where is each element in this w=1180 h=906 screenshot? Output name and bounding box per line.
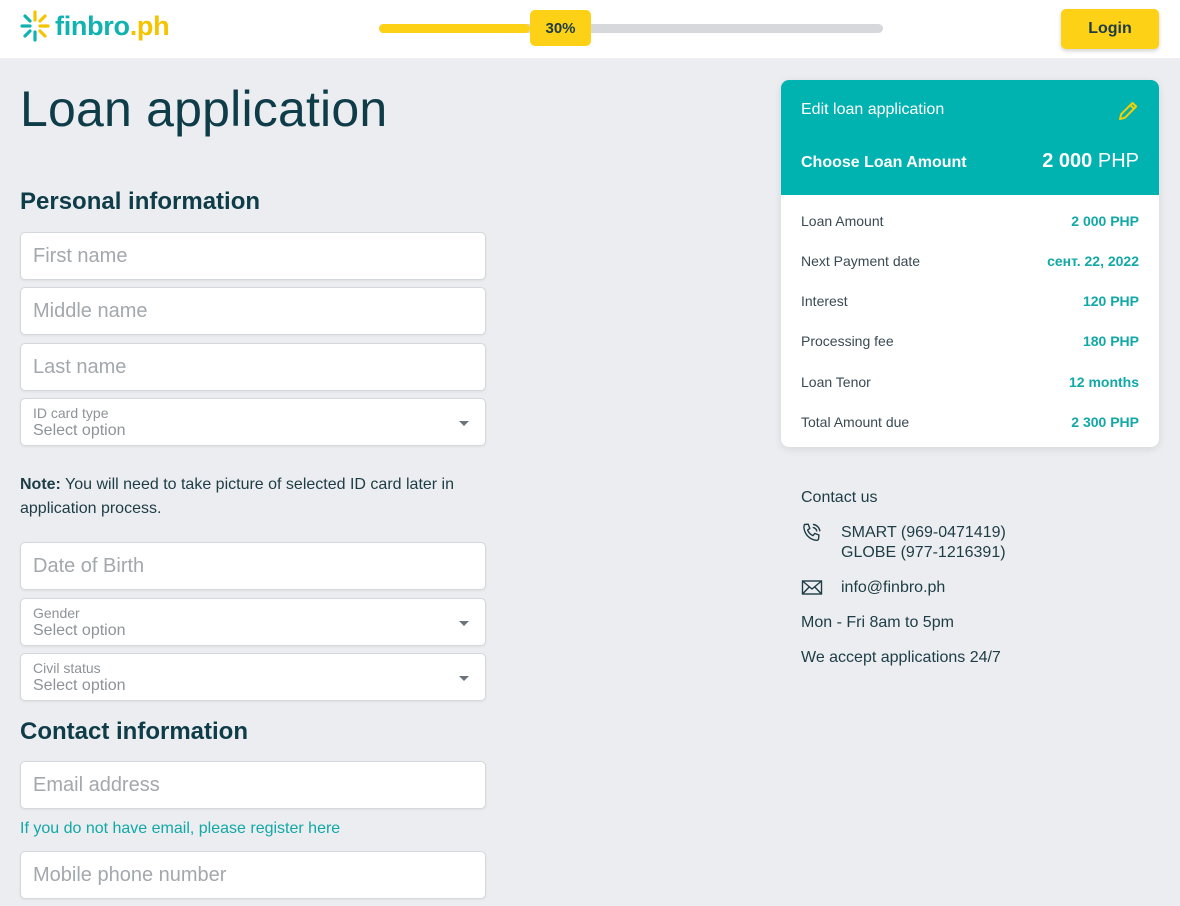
civil-status-value: Select option bbox=[33, 677, 126, 694]
first-name-field[interactable] bbox=[20, 232, 486, 280]
gender-select[interactable]: Gender Select option bbox=[20, 598, 486, 646]
header: finbro.ph 30% Login bbox=[0, 0, 1180, 58]
register-email-link[interactable]: If you do not have email, please registe… bbox=[20, 820, 340, 838]
edit-loan-application-label[interactable]: Edit loan application bbox=[801, 101, 944, 119]
chevron-down-icon bbox=[459, 421, 469, 426]
progress-badge: 30% bbox=[530, 10, 591, 46]
login-button[interactable]: Login bbox=[1061, 9, 1159, 49]
last-name-field[interactable] bbox=[20, 343, 486, 391]
progress-bar bbox=[379, 24, 883, 33]
mobile-phone-field[interactable] bbox=[20, 851, 486, 899]
loan-amount-display: 2 000 PHP bbox=[1042, 150, 1139, 173]
summary-row-value: 2 300 PHP bbox=[1071, 414, 1139, 430]
summary-row-value: 180 PHP bbox=[1082, 333, 1139, 349]
mobile-phone-input[interactable] bbox=[21, 852, 485, 898]
page-title: Loan application bbox=[20, 81, 388, 137]
gender-value: Select option bbox=[33, 622, 126, 639]
loan-summary-header: Edit loan application Choose Loan Amount… bbox=[781, 80, 1159, 195]
id-card-note: Note: You will need to take picture of s… bbox=[20, 473, 470, 521]
email-field[interactable] bbox=[20, 761, 486, 809]
summary-row-value: 12 months bbox=[1068, 374, 1139, 390]
phone-smart[interactable]: SMART (969-0471419) bbox=[841, 524, 1006, 542]
middle-name-field[interactable] bbox=[20, 287, 486, 335]
contact-email[interactable]: info@finbro.ph bbox=[841, 579, 945, 597]
summary-row-interest: Interest 120 PHP bbox=[801, 291, 1139, 311]
chevron-down-icon bbox=[459, 676, 469, 681]
summary-row-label: Processing fee bbox=[801, 333, 894, 349]
email-input[interactable] bbox=[21, 762, 485, 808]
civil-status-label: Civil status bbox=[33, 660, 101, 676]
last-name-input[interactable] bbox=[21, 344, 485, 390]
summary-row-loan-tenor: Loan Tenor 12 months bbox=[801, 372, 1139, 392]
office-hours: Mon - Fri 8am to 5pm bbox=[801, 614, 954, 631]
choose-loan-amount-label: Choose Loan Amount bbox=[801, 154, 967, 171]
summary-row-processing-fee: Processing fee 180 PHP bbox=[801, 331, 1139, 351]
personal-information-heading: Personal information bbox=[20, 188, 261, 215]
summary-row-label: Interest bbox=[801, 293, 848, 309]
civil-status-select[interactable]: Civil status Select option bbox=[20, 653, 486, 701]
summary-row-loan-amount: Loan Amount 2 000 PHP bbox=[801, 211, 1139, 231]
loan-amount-number: 2 000 bbox=[1042, 150, 1093, 172]
summary-row-value: сент. 22, 2022 bbox=[1047, 253, 1139, 269]
chevron-down-icon bbox=[459, 621, 469, 626]
loan-amount-currency: PHP bbox=[1092, 150, 1139, 172]
summary-row-label: Total Amount due bbox=[801, 414, 910, 430]
logo-text: finbro.ph bbox=[55, 10, 170, 41]
first-name-input[interactable] bbox=[21, 233, 485, 279]
summary-row-value: 2 000 PHP bbox=[1071, 213, 1139, 229]
contact-us-heading: Contact us bbox=[801, 489, 878, 506]
middle-name-input[interactable] bbox=[21, 288, 485, 334]
progress-fill bbox=[379, 24, 531, 33]
id-card-type-label: ID card type bbox=[33, 405, 109, 421]
date-of-birth-field[interactable] bbox=[20, 542, 486, 590]
date-of-birth-input[interactable] bbox=[21, 543, 485, 589]
summary-row-next-payment-date: Next Payment date сент. 22, 2022 bbox=[801, 251, 1139, 271]
finbro-logo-icon bbox=[18, 8, 52, 44]
pencil-icon[interactable] bbox=[1116, 99, 1140, 128]
note-label: Note: bbox=[20, 476, 61, 493]
summary-row-value: 120 PHP bbox=[1082, 293, 1139, 309]
phone-globe[interactable]: GLOBE (977-1216391) bbox=[841, 544, 1006, 562]
logo-suffix: .ph bbox=[129, 10, 170, 41]
summary-row-total-amount-due: Total Amount due 2 300 PHP bbox=[801, 412, 1139, 432]
summary-row-label: Loan Tenor bbox=[801, 374, 871, 390]
loan-summary-card: Edit loan application Choose Loan Amount… bbox=[781, 80, 1159, 447]
contact-information-heading: Contact information bbox=[20, 718, 248, 745]
id-card-type-value: Select option bbox=[33, 422, 126, 439]
gender-label: Gender bbox=[33, 605, 80, 621]
logo[interactable]: finbro.ph bbox=[18, 8, 170, 44]
note-text: You will need to take picture of selecte… bbox=[20, 476, 455, 517]
applications-availability: We accept applications 24/7 bbox=[801, 649, 1001, 666]
mail-icon bbox=[801, 579, 823, 602]
id-card-type-select[interactable]: ID card type Select option bbox=[20, 398, 486, 446]
summary-row-label: Next Payment date bbox=[801, 253, 921, 269]
summary-row-label: Loan Amount bbox=[801, 213, 884, 229]
phone-icon bbox=[801, 522, 823, 549]
